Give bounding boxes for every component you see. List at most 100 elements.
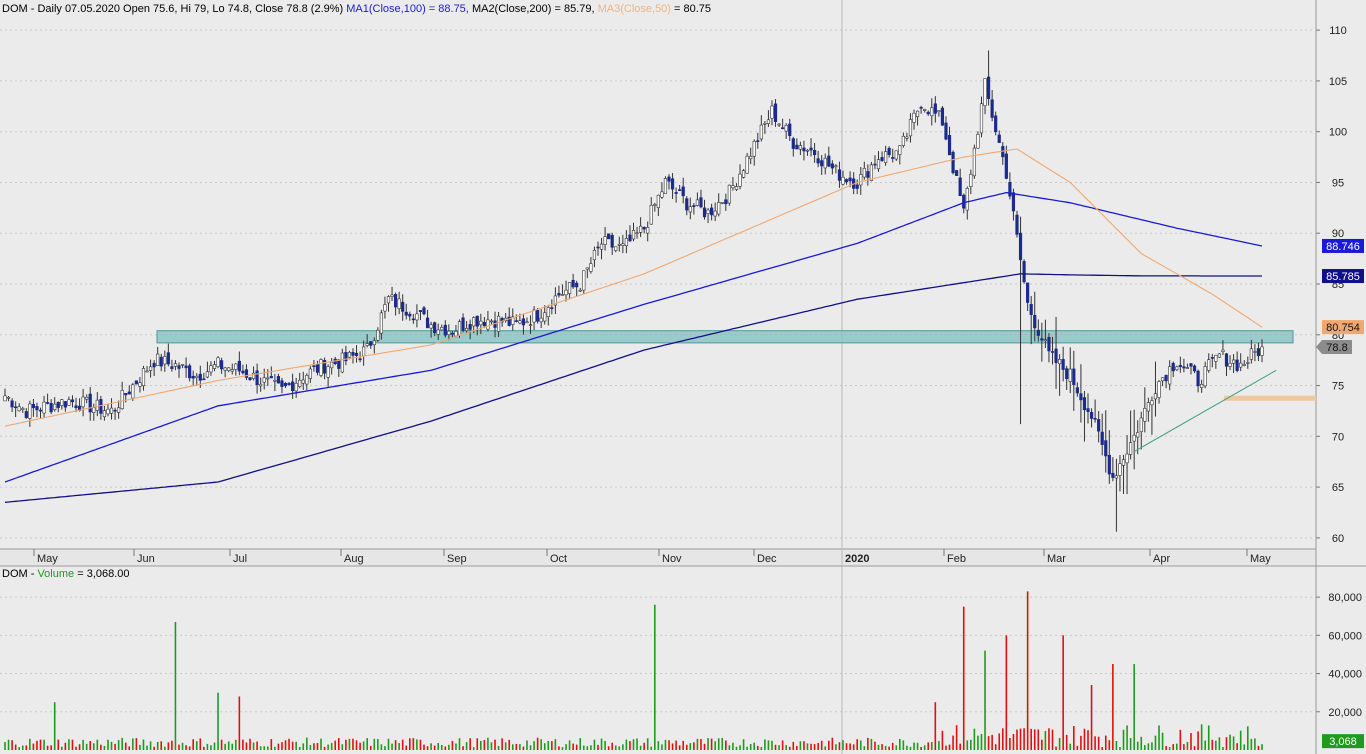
candle-body xyxy=(14,406,18,409)
candle-body xyxy=(663,178,668,194)
candle-body xyxy=(947,135,952,156)
candle-body xyxy=(823,157,827,169)
header-ma3-value: = 80.75 xyxy=(674,3,712,15)
candle-body xyxy=(117,407,121,413)
candle-body xyxy=(841,176,845,185)
candle-body xyxy=(386,296,391,304)
candle-body xyxy=(1132,434,1136,442)
candle-body xyxy=(876,159,881,170)
candle-body xyxy=(1129,442,1133,455)
candle-body xyxy=(646,227,650,234)
candle-body xyxy=(447,330,451,336)
support-zone xyxy=(1224,395,1316,401)
candle-body xyxy=(1065,368,1069,380)
candle-body xyxy=(6,396,11,399)
candle-body xyxy=(195,375,199,378)
candle-body xyxy=(152,362,156,368)
volume-tick-label: 40,000 xyxy=(1328,669,1362,681)
candle-body xyxy=(312,365,316,368)
candle-body xyxy=(695,199,700,206)
candle-body xyxy=(1260,346,1264,356)
volume-header-prefix: DOM - xyxy=(2,568,35,580)
candle-body xyxy=(546,307,550,318)
header-ma3-label: MA3(Close,50) xyxy=(597,3,671,15)
volume-header-value: = 3,068.00 xyxy=(77,568,130,580)
candle-body xyxy=(1125,453,1129,464)
candle-body xyxy=(38,409,43,412)
candle-body xyxy=(979,103,984,134)
candle-body xyxy=(848,177,852,182)
candle-body xyxy=(681,186,685,197)
candle-body xyxy=(1121,459,1126,466)
candle-body xyxy=(1143,408,1147,422)
candle-body xyxy=(124,393,128,396)
candle-body xyxy=(614,246,618,251)
x-tick-label: 2020 xyxy=(845,553,869,565)
candle-body xyxy=(273,379,277,382)
candle-body xyxy=(912,112,916,123)
candle-body xyxy=(631,230,636,240)
candle-body xyxy=(1075,387,1079,394)
candle-body xyxy=(1061,359,1065,370)
candle-body xyxy=(74,405,78,409)
candle-body xyxy=(717,202,721,215)
candle-body xyxy=(567,282,572,294)
candle-body xyxy=(241,370,245,374)
candle-body xyxy=(1228,362,1232,367)
candle-body xyxy=(291,381,295,392)
candle-body xyxy=(585,267,589,270)
price-tick-label: 105 xyxy=(1329,76,1347,88)
chart-canvas: 606570758085909510010511020,00040,00060,… xyxy=(0,0,1366,754)
candle-body xyxy=(113,409,117,412)
candle-body xyxy=(1160,377,1165,382)
candle-body xyxy=(1100,431,1104,445)
candle-body xyxy=(571,279,575,288)
candle-body xyxy=(21,407,25,410)
candle-body xyxy=(198,373,202,381)
candle-body xyxy=(1185,367,1190,369)
candle-body xyxy=(1114,475,1119,479)
candle-body xyxy=(134,380,138,385)
candle-body xyxy=(95,399,99,411)
candle-body xyxy=(248,377,252,380)
candle-body xyxy=(795,144,799,150)
candle-body xyxy=(837,169,842,181)
candle-body xyxy=(724,199,728,205)
candle-body xyxy=(315,364,320,373)
candle-body xyxy=(429,324,433,329)
candle-body xyxy=(106,408,110,415)
candle-body xyxy=(49,403,53,413)
candle-body xyxy=(340,352,344,373)
candle-body xyxy=(656,194,660,208)
candle-body xyxy=(127,391,131,395)
candle-body xyxy=(67,399,71,406)
candle-body xyxy=(1040,338,1044,341)
candle-body xyxy=(433,322,437,334)
candle-body xyxy=(180,364,185,366)
candle-body xyxy=(379,312,383,334)
candle-body xyxy=(752,141,756,157)
candle-body xyxy=(834,165,838,168)
candle-body xyxy=(202,378,206,381)
candle-body xyxy=(294,383,298,392)
candle-body xyxy=(781,127,785,130)
candle-body xyxy=(1157,381,1161,398)
candle-body xyxy=(170,366,174,369)
candle-body xyxy=(468,324,472,330)
candle-body xyxy=(923,109,927,111)
candle-body xyxy=(3,395,7,402)
candle-body xyxy=(738,173,742,187)
ma2-value-tag-label: 85.785 xyxy=(1326,271,1360,283)
x-tick-label: Mar xyxy=(1047,553,1066,565)
candle-body xyxy=(1029,304,1033,315)
candle-body xyxy=(53,403,57,410)
ma3-value-tag-label: 80.754 xyxy=(1326,322,1360,334)
candle-body xyxy=(1004,153,1008,179)
candle-body xyxy=(301,379,305,384)
candle-body xyxy=(305,375,309,385)
candle-body xyxy=(166,352,170,365)
price-tick-label: 90 xyxy=(1332,228,1344,240)
candle-body xyxy=(862,167,866,178)
candle-body xyxy=(1192,365,1197,372)
candle-body xyxy=(873,163,877,166)
